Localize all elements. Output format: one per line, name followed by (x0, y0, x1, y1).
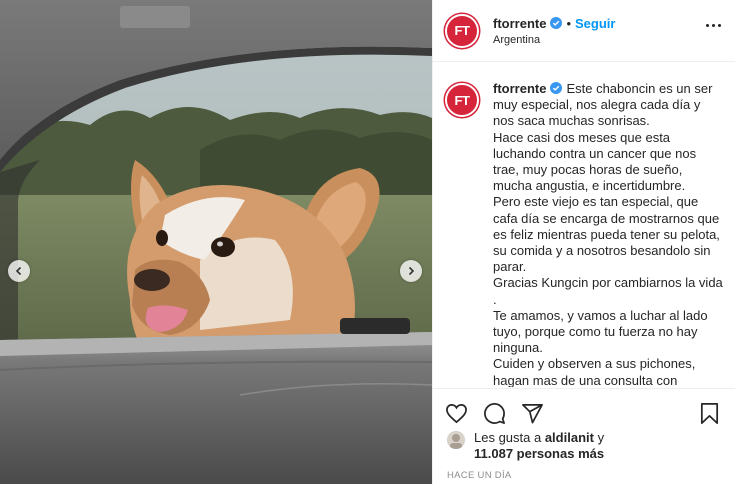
post-header: FT ftorrente • Seguir Argentina (433, 0, 735, 62)
caption-text: Este chaboncin es un ser muy especial, n… (493, 81, 723, 387)
bookmark-icon[interactable] (698, 402, 721, 425)
carousel-prev-button[interactable] (8, 260, 30, 282)
action-bar (433, 388, 735, 436)
separator-dot: • (566, 15, 572, 31)
likes-summary: Les gusta a aldilanit y 11.087 personas … (447, 430, 727, 462)
caption-username-link[interactable]: ftorrente (493, 81, 546, 96)
comments-area[interactable]: FT ftorrente Este chaboncin es un ser muy… (433, 63, 735, 387)
liker-avatar-image (447, 431, 465, 449)
verified-badge-icon (550, 17, 563, 29)
comment-icon[interactable] (483, 402, 506, 425)
dog-in-car-photo (0, 0, 432, 484)
liker-username-link[interactable]: aldilanit (545, 430, 594, 445)
follow-button[interactable]: Seguir (575, 16, 615, 31)
post-photo[interactable] (0, 0, 432, 484)
chevron-right-icon (408, 266, 415, 276)
more-options-icon[interactable] (706, 24, 721, 27)
username-link[interactable]: ftorrente (493, 16, 546, 31)
heart-icon[interactable] (445, 402, 468, 425)
avatar-initials: FT (454, 92, 470, 108)
post-side-panel: FT ftorrente • Seguir Argentina FT ftorr… (432, 0, 735, 484)
chevron-left-icon (15, 266, 22, 276)
caption: FT ftorrente Este chaboncin es un ser muy… (445, 81, 723, 387)
avatar-initials: FT (454, 23, 470, 38)
caption-avatar[interactable]: FT (445, 83, 479, 117)
liker-avatar[interactable] (447, 431, 465, 449)
avatar[interactable]: FT (445, 13, 479, 48)
likes-count-link[interactable]: 11.087 personas más (474, 446, 604, 461)
likes-mid: y (593, 430, 605, 445)
verified-badge-icon (550, 82, 563, 94)
location-link[interactable]: Argentina (493, 34, 615, 46)
likes-prefix: Les gusta a (474, 430, 545, 445)
carousel-next-button[interactable] (400, 260, 422, 282)
paper-plane-icon[interactable] (521, 402, 544, 425)
post-timestamp[interactable]: HACE UN DÍA (447, 470, 512, 481)
